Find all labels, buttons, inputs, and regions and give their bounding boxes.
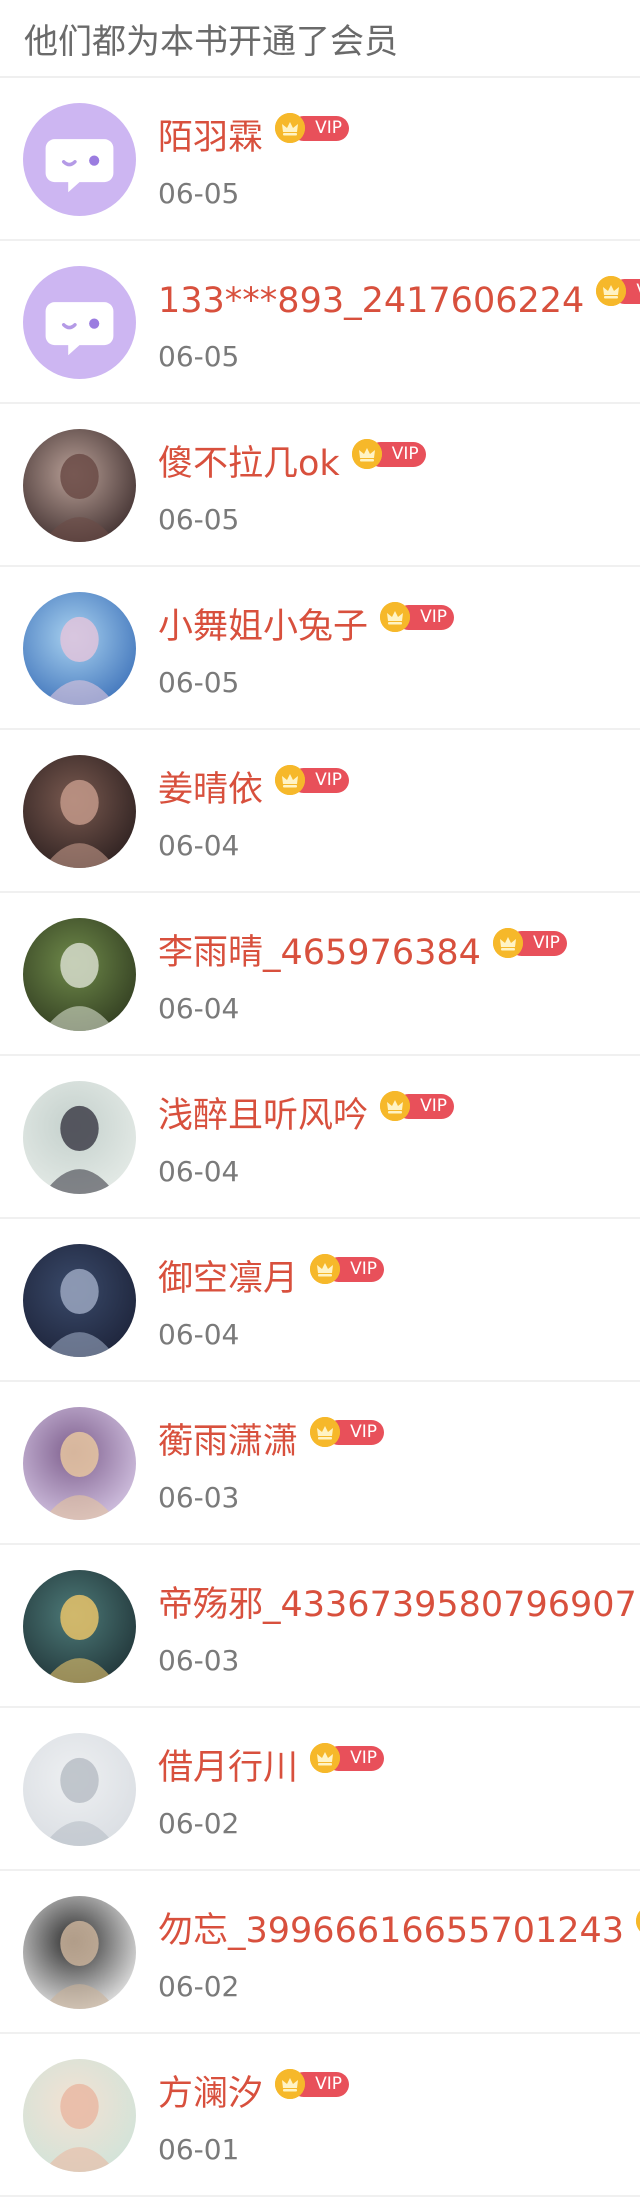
member-date: 06-01 — [158, 2133, 240, 2166]
vip-badge: VIP — [310, 1417, 386, 1447]
member-row[interactable]: 傻不拉几ok VIP 06-05 — [0, 404, 640, 567]
member-name[interactable]: 帝殇邪_4336739580796907 — [158, 1582, 637, 1628]
vip-badge: VIP — [380, 1091, 456, 1121]
vip-badge: VIP — [596, 276, 640, 306]
member-name-line: 勿忘_39966616655701243 VIP — [158, 1906, 640, 1954]
member-date: 06-05 — [158, 177, 240, 210]
member-name-line: 傻不拉几ok VIP — [158, 439, 428, 487]
member-date: 06-04 — [158, 992, 240, 1025]
avatar[interactable] — [23, 1570, 136, 1683]
member-name-line: 蘅雨潇潇 VIP — [158, 1417, 386, 1465]
member-name[interactable]: 傻不拉几ok — [158, 441, 340, 487]
member-row[interactable]: 借月行川 VIP 06-02 — [0, 1708, 640, 1871]
member-name-line: 姜晴依 VIP — [158, 765, 351, 813]
avatar[interactable] — [23, 1081, 136, 1194]
member-date: 06-04 — [158, 1318, 240, 1351]
member-name[interactable]: 借月行川 — [158, 1745, 298, 1791]
crown-icon — [275, 2069, 306, 2099]
member-name-line: 借月行川 VIP — [158, 1743, 386, 1791]
member-name[interactable]: 姜晴依 — [158, 767, 263, 813]
member-date: 06-03 — [158, 1644, 240, 1677]
vip-badge: VIP — [380, 602, 456, 632]
crown-icon — [275, 765, 306, 795]
avatar[interactable] — [23, 592, 136, 705]
member-name[interactable]: 小舞姐小兔子 — [158, 604, 368, 650]
member-row[interactable]: 小舞姐小兔子 VIP 06-05 — [0, 567, 640, 730]
member-list-page: 他们都为本书开通了会员 陌羽霖 VIP 06-05 133***893_2417606… — [0, 0, 640, 2197]
member-date: 06-03 — [158, 1481, 240, 1514]
vip-badge: VIP — [492, 928, 569, 958]
member-row[interactable]: 浅醉且听风吟 VIP 06-04 — [0, 1056, 640, 1219]
vip-badge: VIP — [275, 2069, 351, 2099]
member-date: 06-02 — [158, 1970, 240, 2003]
vip-badge: VIP — [310, 1254, 386, 1284]
member-name[interactable]: 133***893_2417606224 — [158, 278, 584, 324]
header-title: 他们都为本书开通了会员 — [24, 21, 398, 62]
member-name[interactable]: 浅醉且听风吟 — [158, 1093, 368, 1139]
member-name[interactable]: 陌羽霖 — [158, 115, 263, 161]
avatar[interactable] — [23, 429, 136, 542]
page-header: 他们都为本书开通了会员 — [0, 0, 640, 78]
member-name-line: 帝殇邪_4336739580796907VIP — [158, 1582, 640, 1628]
crown-icon — [380, 602, 411, 632]
member-name-line: 浅醉且听风吟 VIP — [158, 1091, 456, 1139]
vip-badge: VIP — [275, 113, 351, 143]
crown-icon — [596, 276, 627, 306]
avatar[interactable] — [23, 1407, 136, 1520]
member-row[interactable]: 133***893_2417606224 VIP 06-05 — [0, 241, 640, 404]
member-date: 06-04 — [158, 829, 240, 862]
member-row[interactable]: 勿忘_39966616655701243 VIP 06-02 — [0, 1871, 640, 2034]
member-name-line: 陌羽霖 VIP — [158, 113, 351, 161]
member-row[interactable]: 蘅雨潇潇 VIP 06-03 — [0, 1382, 640, 1545]
member-name-line: 御空凛月 VIP — [158, 1254, 386, 1302]
avatar[interactable] — [23, 755, 136, 868]
member-name[interactable]: 李雨晴_465976384 — [158, 930, 481, 976]
crown-icon — [310, 1743, 341, 1773]
crown-icon — [310, 1254, 341, 1284]
member-name[interactable]: 勿忘_39966616655701243 — [158, 1908, 624, 1954]
crown-icon — [380, 1091, 411, 1121]
member-date: 06-04 — [158, 1155, 240, 1188]
default-avatar-icon[interactable] — [23, 103, 136, 216]
avatar[interactable] — [23, 918, 136, 1031]
member-name-line: 李雨晴_465976384 VIP — [158, 928, 569, 976]
member-row[interactable]: 御空凛月 VIP 06-04 — [0, 1219, 640, 1382]
member-date: 06-05 — [158, 666, 240, 699]
crown-icon — [636, 1906, 640, 1936]
member-name-line: 133***893_2417606224 VIP — [158, 276, 640, 324]
crown-icon — [275, 113, 306, 143]
member-row[interactable]: 帝殇邪_4336739580796907VIP 06-03 — [0, 1545, 640, 1708]
member-row[interactable]: 陌羽霖 VIP 06-05 — [0, 78, 640, 241]
crown-icon — [351, 439, 382, 469]
crown-icon — [310, 1417, 341, 1447]
member-name-line: 小舞姐小兔子 VIP — [158, 602, 456, 650]
member-name[interactable]: 方澜汐 — [158, 2071, 263, 2117]
avatar[interactable] — [23, 1896, 136, 2009]
member-date: 06-05 — [158, 503, 240, 536]
member-name[interactable]: 蘅雨潇潇 — [158, 1419, 298, 1465]
avatar[interactable] — [23, 1244, 136, 1357]
member-name[interactable]: 御空凛月 — [158, 1256, 298, 1302]
member-date: 06-05 — [158, 340, 240, 373]
vip-badge: VIP — [351, 439, 428, 469]
vip-badge: VIP — [310, 1743, 386, 1773]
member-list: 陌羽霖VIP06-05133***893_2417606224VIP06-05傻… — [0, 78, 640, 2197]
avatar[interactable] — [23, 2059, 136, 2172]
avatar[interactable] — [23, 1733, 136, 1846]
member-row[interactable]: 李雨晴_465976384 VIP 06-04 — [0, 893, 640, 1056]
member-row[interactable]: 方澜汐 VIP 06-01 — [0, 2034, 640, 2197]
crown-icon — [492, 928, 523, 958]
vip-badge: VIP — [275, 765, 351, 795]
default-avatar-icon[interactable] — [23, 266, 136, 379]
vip-badge: VIP — [636, 1906, 640, 1936]
member-row[interactable]: 姜晴依 VIP 06-04 — [0, 730, 640, 893]
member-name-line: 方澜汐 VIP — [158, 2069, 351, 2117]
member-date: 06-02 — [158, 1807, 240, 1840]
